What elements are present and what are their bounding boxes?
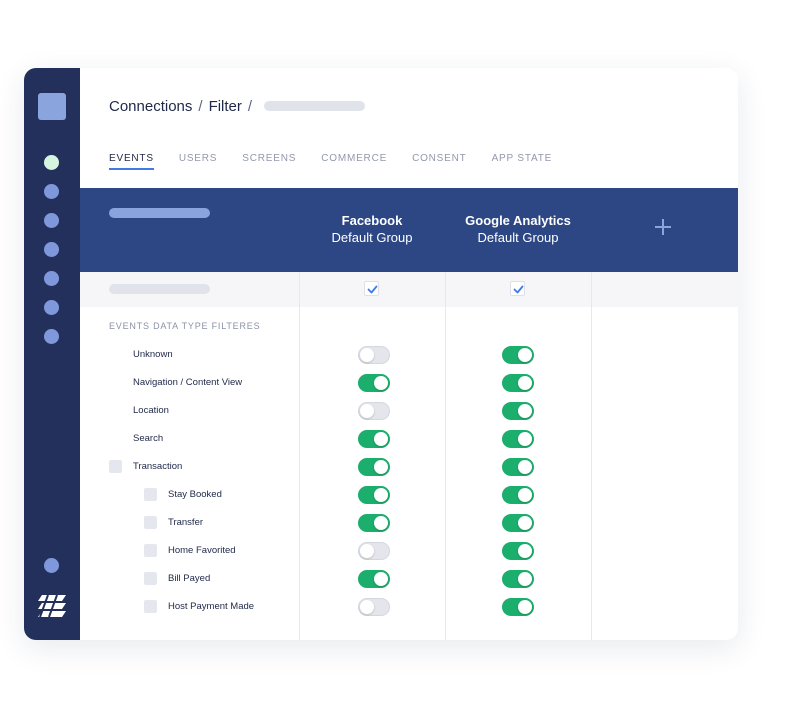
- main-panel: Connections / Filter / EVENTS USERS SCRE…: [80, 68, 738, 640]
- row-checkbox-transfer[interactable]: [144, 516, 157, 529]
- column-subtitle: Default Group: [477, 230, 559, 245]
- tab-events[interactable]: EVENTS: [109, 153, 154, 171]
- tab-screens[interactable]: SCREENS: [242, 153, 296, 171]
- tab-bar: EVENTS USERS SCREENS COMMERCE CONSENT AP…: [109, 153, 577, 171]
- toggle-google-analytics-transaction[interactable]: [502, 458, 534, 476]
- toggle-google-analytics-host-payment-made[interactable]: [502, 598, 534, 616]
- column-title: Google Analytics: [465, 213, 571, 228]
- toggle-google-analytics-transfer[interactable]: [502, 514, 534, 532]
- grid-header: Facebook Default Group Google Analytics …: [80, 188, 738, 272]
- sidebar-nav-5[interactable]: [44, 271, 59, 286]
- toggle-facebook-unknown[interactable]: [358, 346, 390, 364]
- toggle-google-analytics-stay-booked[interactable]: [502, 486, 534, 504]
- section-label: EVENTS DATA TYPE FILTERES: [109, 321, 261, 331]
- toggle-google-analytics-search[interactable]: [502, 430, 534, 448]
- breadcrumb: Connections / Filter /: [109, 96, 366, 116]
- row-checkbox-stay-booked[interactable]: [144, 488, 157, 501]
- toggle-facebook-transfer[interactable]: [358, 514, 390, 532]
- column-divider: [299, 272, 300, 640]
- column-header-google-analytics: Google Analytics Default Group: [445, 212, 591, 246]
- column-divider: [591, 272, 592, 640]
- toggle-facebook-host-payment-made[interactable]: [358, 598, 390, 616]
- breadcrumb-placeholder: [264, 101, 366, 111]
- select-all-facebook-checkbox[interactable]: [364, 281, 379, 296]
- row-label-bill-payed: Bill Payed: [168, 573, 211, 584]
- row-label-stay-booked: Stay Booked: [168, 489, 222, 500]
- row-label-location: Location: [133, 405, 169, 416]
- row-checkbox-host-payment-made[interactable]: [144, 600, 157, 613]
- row-placeholder: [109, 284, 210, 294]
- breadcrumb-connections[interactable]: Connections: [109, 98, 192, 115]
- toggle-facebook-bill-payed[interactable]: [358, 570, 390, 588]
- toggle-facebook-home-favorited[interactable]: [358, 542, 390, 560]
- toggle-facebook-location[interactable]: [358, 402, 390, 420]
- app-window: Connections / Filter / EVENTS USERS SCRE…: [24, 68, 738, 640]
- row-checkbox-home-favorited[interactable]: [144, 544, 157, 557]
- breadcrumb-separator: /: [247, 97, 253, 115]
- toggle-google-analytics-unknown[interactable]: [502, 346, 534, 364]
- row-checkbox-transaction[interactable]: [109, 460, 122, 473]
- row-label-transfer: Transfer: [168, 517, 204, 528]
- toggle-google-analytics-home-favorited[interactable]: [502, 542, 534, 560]
- row-label-navigation-content-view: Navigation / Content View: [133, 377, 243, 388]
- sidebar-nav-6[interactable]: [44, 300, 59, 315]
- tab-users[interactable]: USERS: [179, 153, 217, 171]
- toggle-google-analytics-navigation[interactable]: [502, 374, 534, 392]
- row-label-search: Search: [133, 433, 164, 444]
- toggle-facebook-navigation[interactable]: [358, 374, 390, 392]
- plus-icon[interactable]: [652, 216, 674, 238]
- row-label-home-favorited: Home Favorited: [168, 545, 236, 556]
- column-title: Facebook: [341, 213, 403, 228]
- brand-mark-icon: [38, 595, 66, 617]
- sidebar-nav-2[interactable]: [44, 184, 59, 199]
- sidebar-nav-3[interactable]: [44, 213, 59, 228]
- sidebar-nav-7[interactable]: [44, 329, 59, 344]
- column-header-facebook: Facebook Default Group: [299, 212, 445, 246]
- row-label-host-payment-made: Host Payment Made: [168, 601, 255, 612]
- toggle-google-analytics-bill-payed[interactable]: [502, 570, 534, 588]
- sidebar-user-avatar[interactable]: [44, 558, 59, 573]
- select-all-google-analytics-checkbox[interactable]: [510, 281, 525, 296]
- toggle-facebook-stay-booked[interactable]: [358, 486, 390, 504]
- tab-consent[interactable]: CONSENT: [412, 153, 467, 171]
- toggle-google-analytics-location[interactable]: [502, 402, 534, 420]
- check-icon: [513, 285, 524, 294]
- row-label-unknown: Unknown: [133, 349, 173, 360]
- column-divider: [445, 272, 446, 640]
- breadcrumb-separator: /: [198, 97, 203, 115]
- tab-app-state[interactable]: APP STATE: [492, 153, 553, 171]
- sidebar: [24, 68, 80, 640]
- toggle-facebook-transaction[interactable]: [358, 458, 390, 476]
- header-placeholder: [109, 208, 210, 218]
- column-subtitle: Default Group: [331, 230, 413, 245]
- sidebar-nav-1[interactable]: [44, 155, 59, 170]
- toggle-facebook-search[interactable]: [358, 430, 390, 448]
- select-all-row: [80, 272, 738, 307]
- row-label-transaction: Transaction: [133, 461, 183, 472]
- sidebar-nav-4[interactable]: [44, 242, 59, 257]
- tab-commerce[interactable]: COMMERCE: [321, 153, 387, 171]
- app-logo: [38, 93, 66, 120]
- breadcrumb-filter[interactable]: Filter: [209, 98, 242, 115]
- row-checkbox-bill-payed[interactable]: [144, 572, 157, 585]
- check-icon: [367, 285, 378, 294]
